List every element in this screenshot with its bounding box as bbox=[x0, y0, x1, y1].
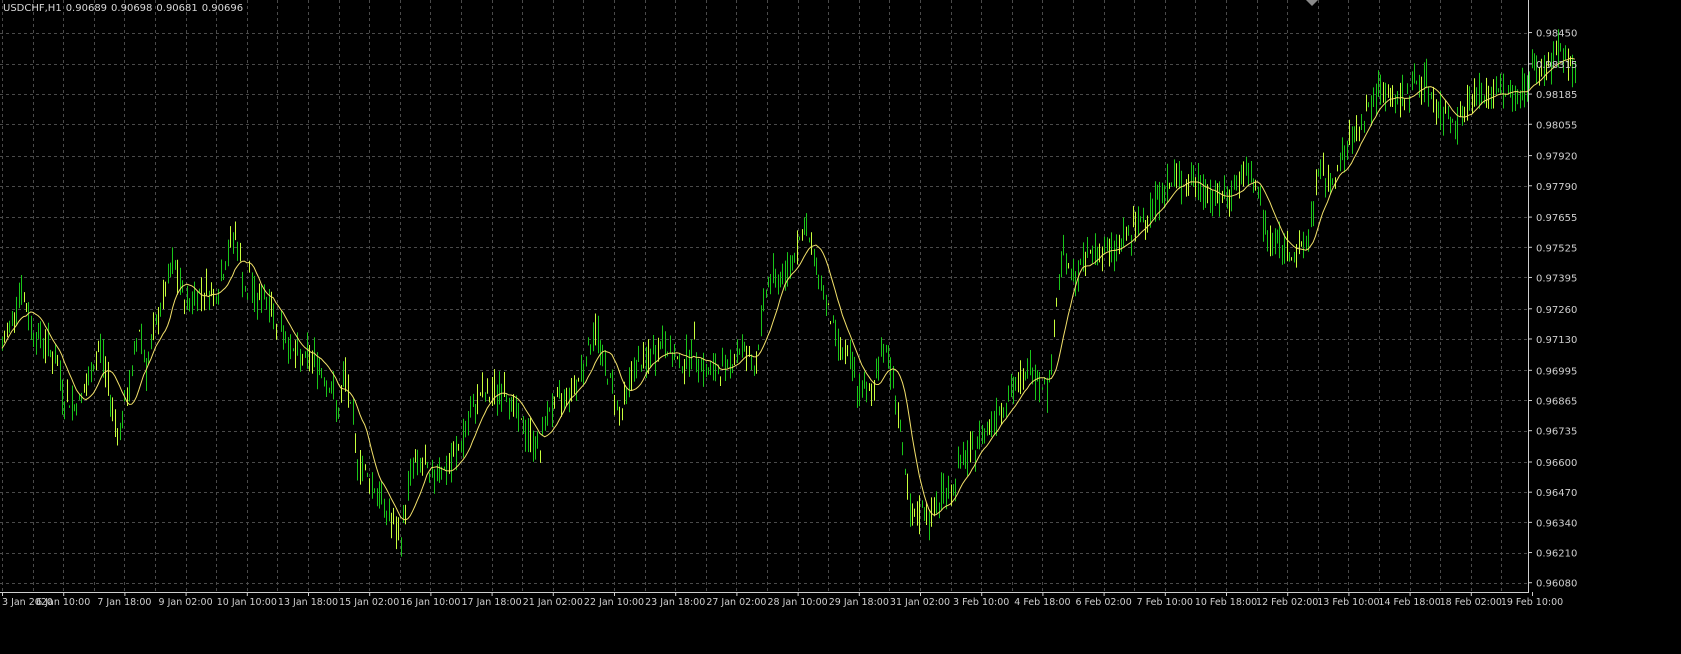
price-tick-label: 0.96995 bbox=[1536, 366, 1577, 377]
close-price: 0.90696 bbox=[201, 3, 244, 14]
price-tick-label: 0.96340 bbox=[1536, 518, 1577, 529]
price-tick-label: 0.97920 bbox=[1536, 152, 1577, 163]
price-tick-label: 0.96470 bbox=[1536, 488, 1577, 499]
time-tick-label: 3 Feb 10:00 bbox=[953, 597, 1009, 608]
time-tick-label: 19 Feb 10:00 bbox=[1501, 597, 1563, 608]
price-tick-label: 0.97525 bbox=[1536, 243, 1577, 254]
time-tick-label: 17 Jan 18:00 bbox=[462, 597, 522, 608]
time-tick-label: 14 Feb 18:00 bbox=[1378, 597, 1440, 608]
time-tick-label: 7 Jan 18:00 bbox=[97, 597, 151, 608]
shift-marker-icon[interactable] bbox=[1306, 0, 1318, 6]
price-tick-label: 0.98185 bbox=[1536, 90, 1577, 101]
time-tick-label: 27 Jan 02:00 bbox=[706, 597, 766, 608]
time-tick-label: 21 Jan 02:00 bbox=[523, 597, 583, 608]
price-tick-label: 0.96080 bbox=[1536, 579, 1577, 590]
price-tick-label: 0.96210 bbox=[1536, 549, 1577, 560]
time-tick-label: 13 Jan 18:00 bbox=[278, 597, 338, 608]
price-tick-label: 0.97130 bbox=[1536, 335, 1577, 346]
price-tick-label: 0.96600 bbox=[1536, 458, 1577, 469]
price-tick-label: 0.97655 bbox=[1536, 213, 1577, 224]
time-tick-label: 9 Jan 02:00 bbox=[159, 597, 213, 608]
time-tick-label: 28 Jan 10:00 bbox=[768, 597, 828, 608]
time-tick-label: 4 Feb 18:00 bbox=[1014, 597, 1070, 608]
price-tick-label: 0.98450 bbox=[1536, 29, 1577, 40]
time-tick-label: 6 Jan 10:00 bbox=[36, 597, 90, 608]
high-price: 0.90698 bbox=[111, 3, 153, 14]
time-tick-label: 23 Jan 18:00 bbox=[645, 597, 705, 608]
time-tick-label: 31 Jan 02:00 bbox=[890, 597, 950, 608]
price-tick-label: 0.98055 bbox=[1536, 120, 1577, 131]
time-tick-label: 15 Jan 02:00 bbox=[339, 597, 399, 608]
price-tick-label: 0.97395 bbox=[1536, 273, 1577, 284]
time-tick-label: 12 Feb 02:00 bbox=[1256, 597, 1318, 608]
time-tick-label: 10 Feb 18:00 bbox=[1195, 597, 1257, 608]
time-tick-label: 22 Jan 10:00 bbox=[584, 597, 644, 608]
time-tick-label: 13 Feb 10:00 bbox=[1317, 597, 1379, 608]
time-tick-label: 10 Jan 10:00 bbox=[217, 597, 277, 608]
time-tick-label: 6 Feb 02:00 bbox=[1075, 597, 1131, 608]
price-tick-label: 0.96865 bbox=[1536, 396, 1577, 407]
chart-header: USDCHF,H1 0.90689 0.90698 0.90681 0.90696 bbox=[3, 3, 247, 14]
price-tick-label: 0.97260 bbox=[1536, 305, 1577, 316]
symbol-label: USDCHF,H1 bbox=[3, 3, 62, 14]
price-tick-label: 0.97790 bbox=[1536, 182, 1577, 193]
price-tick-label: 0.96735 bbox=[1536, 427, 1577, 438]
price-tick-label: 0.98315 bbox=[1536, 60, 1577, 71]
open-price: 0.90689 bbox=[65, 3, 108, 14]
time-tick-label: 18 Feb 02:00 bbox=[1440, 597, 1502, 608]
low-price: 0.90681 bbox=[156, 3, 198, 14]
time-tick-label: 7 Feb 10:00 bbox=[1137, 597, 1193, 608]
price-chart[interactable]: 0.98450 0.98315 0.98185 0.98055 0.97920 0.977… bbox=[0, 0, 1681, 654]
time-tick-label: 16 Jan 10:00 bbox=[400, 597, 460, 608]
time-tick-label: 29 Jan 18:00 bbox=[829, 597, 889, 608]
